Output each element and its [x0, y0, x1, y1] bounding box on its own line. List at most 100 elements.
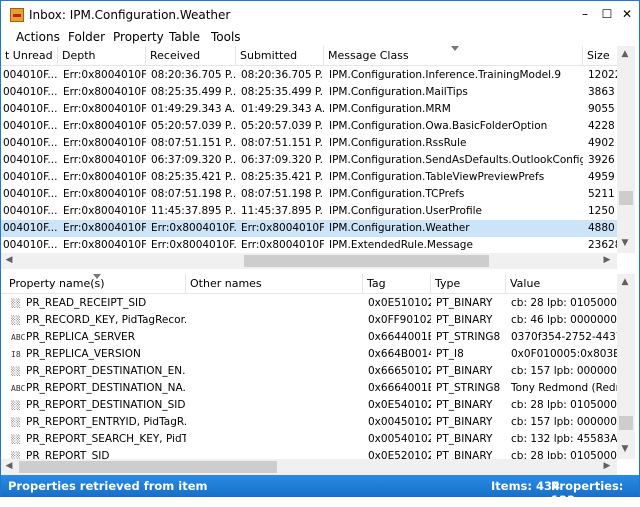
unread-cell: 004010F...	[3, 86, 58, 98]
scroll-thumb[interactable]	[19, 461, 277, 473]
col-submitted[interactable]: Submitted	[236, 46, 324, 66]
minimize-button[interactable]: –	[575, 7, 595, 23]
col-other-names[interactable]: Other names	[186, 274, 363, 294]
message-row[interactable]: 004010F... Err:0x8004010F... 08:25:35.499 …	[1, 84, 617, 101]
depth-cell: Err:0x8004010F...	[63, 239, 146, 251]
unread-cell: 004010F...	[3, 69, 58, 81]
maximize-button[interactable]: ☐	[597, 7, 617, 23]
scroll-down-icon[interactable]: ▼	[617, 444, 633, 454]
menu-table[interactable]: Table	[169, 30, 200, 44]
property-horizontal-scrollbar[interactable]: ◀ ▶	[1, 459, 617, 475]
property-row[interactable]: ABCPR_REPORT_DESTINATION_NA... 0x6664001E…	[1, 380, 617, 397]
property-name-cell: ░░ PR_REPORT_SEARCH_KEY, PidT...	[1, 431, 186, 448]
top-horizontal-scrollbar[interactable]: ◀ ▶	[1, 253, 617, 269]
unread-cell: 004010F...	[3, 154, 58, 166]
scroll-thumb[interactable]	[619, 191, 633, 205]
value-cell: cb: 157 lpb: 00000000D	[511, 365, 617, 377]
property-row[interactable]: ░░ PR_REPORT_SEARCH_KEY, PidT... 0x0054010…	[1, 431, 617, 448]
type-cell: PT_I8	[436, 348, 464, 360]
scroll-down-icon[interactable]: ▼	[617, 238, 633, 248]
menu-property[interactable]: Property	[113, 30, 164, 44]
message-row[interactable]: 004010F... Err:0x8004010F... 08:20:36.705 …	[1, 67, 617, 84]
sort-arrow-icon	[451, 46, 459, 51]
message-row[interactable]: 004010F... Err:0x8004010F... 05:20:57.039 …	[1, 118, 617, 135]
property-row[interactable]: ░░ PR_RECORD_KEY, PidTagRecor... 0x0FF9010…	[1, 312, 617, 329]
binary-icon: ░░	[11, 367, 21, 376]
property-row[interactable]: ABCPR_REPLICA_SERVER 0x6644001E PT_STRING8…	[1, 329, 617, 346]
submitted-cell: Err:0x8004010F...	[241, 239, 324, 251]
scroll-up-icon[interactable]: ▲	[617, 277, 633, 287]
property-row[interactable]: ░░ PR_REPORT_ENTRYID, PidTagR... 0x0045010…	[1, 414, 617, 431]
size-cell: 4959	[588, 171, 615, 183]
property-row[interactable]: ░░ PR_REPORT_DESTINATION_EN... 0x66650102 P…	[1, 363, 617, 380]
top-table-header: t Unread Depth Received Submitted Messag…	[1, 46, 617, 66]
sort-arrow-icon	[93, 274, 101, 279]
size-cell: 3926	[588, 154, 615, 166]
scroll-left-icon[interactable]: ◀	[1, 255, 17, 265]
depth-cell: Err:0x8004010F...	[63, 205, 146, 217]
property-row[interactable]: ░░ PR_READ_RECEIPT_SID 0x0E510102 PT_BINARY…	[1, 295, 617, 312]
value-cell: cb: 132 lpb: 45583A2F4	[511, 433, 617, 445]
message-row[interactable]: 004010F... Err:0x8004010F... 06:37:09.320 …	[1, 152, 617, 169]
size-cell: 4902	[588, 137, 615, 149]
received-cell: 08:20:36.705 P...	[151, 69, 236, 81]
tag-cell: 0x00540102	[368, 433, 431, 445]
col-depth[interactable]: Depth	[58, 46, 146, 66]
other-cell	[186, 397, 363, 414]
other-cell	[186, 346, 363, 363]
depth-cell: Err:0x8004010F...	[63, 137, 146, 149]
received-cell: 01:49:29.343 A...	[151, 103, 236, 115]
message-class-cell: IPM.Configuration.SendAsDefaults.Outlook…	[329, 154, 583, 166]
message-class-cell: IPM.Configuration.Weather	[329, 222, 470, 234]
type-cell: PT_STRING8	[436, 331, 501, 343]
depth-cell: Err:0x8004010F...	[63, 188, 146, 200]
scroll-right-icon[interactable]: ▶	[599, 461, 615, 471]
other-cell	[186, 448, 363, 459]
submitted-cell: 08:07:51.151 P...	[241, 137, 324, 149]
received-cell: 08:25:35.499 P...	[151, 86, 236, 98]
value-cell: cb: 157 lpb: 00000000D	[511, 416, 617, 428]
depth-cell: Err:0x8004010F...	[63, 86, 146, 98]
value-cell: cb: 28 lpb: 0105000000	[511, 450, 617, 459]
other-cell	[186, 295, 363, 312]
property-name: PR_RECORD_KEY, PidTagRecor...	[26, 314, 186, 326]
scroll-left-icon[interactable]: ◀	[1, 461, 17, 471]
message-row[interactable]: 004010F... Err:0x8004010F... 08:07:51.198 …	[1, 186, 617, 203]
message-row[interactable]: 004010F... Err:0x8004010F... 08:07:51.151 …	[1, 135, 617, 152]
scroll-right-icon[interactable]: ▶	[599, 255, 615, 265]
menu-folder[interactable]: Folder	[68, 30, 105, 44]
menu-actions[interactable]: Actions	[16, 30, 60, 44]
message-row[interactable]: 004010F... Err:0x8004010F... Err:0x8004010…	[1, 220, 617, 237]
top-vertical-scrollbar[interactable]: ▲ ▼	[617, 46, 635, 253]
other-cell	[186, 431, 363, 448]
tag-cell: 0x00450102	[368, 416, 431, 428]
col-unread[interactable]: t Unread	[1, 46, 58, 66]
menu-bar: Actions Folder Property Table Tools	[1, 29, 639, 47]
window-title: Inbox: IPM.Configuration.Weather	[29, 8, 231, 22]
property-row[interactable]: ░░ PR_REPORT_DESTINATION_SID 0x0E540102 PT_…	[1, 397, 617, 414]
property-vertical-scrollbar[interactable]: ▲ ▼	[617, 274, 635, 459]
scroll-thumb[interactable]	[619, 416, 633, 430]
submitted-cell: Err:0x8004010F...	[241, 222, 324, 234]
size-cell: 3863	[588, 86, 615, 98]
type-cell: PT_BINARY	[436, 297, 493, 309]
col-value[interactable]: Value	[506, 274, 617, 294]
close-button[interactable]: ✕	[617, 7, 637, 23]
string-icon: ABC	[11, 333, 26, 342]
title-bar: Inbox: IPM.Configuration.Weather – ☐ ✕	[1, 1, 639, 29]
col-type[interactable]: Type	[431, 274, 506, 294]
message-row[interactable]: 004010F... Err:0x8004010F... Err:0x8004010…	[1, 237, 617, 254]
property-name-cell: ░░ PR_REPORT_SID	[1, 448, 186, 459]
property-name-cell: ░░ PR_REPORT_DESTINATION_EN...	[1, 363, 186, 380]
scroll-up-icon[interactable]: ▲	[617, 49, 633, 59]
message-row[interactable]: 004010F... Err:0x8004010F... 01:49:29.343 …	[1, 101, 617, 118]
col-size[interactable]: Size	[583, 46, 617, 66]
col-received[interactable]: Received	[146, 46, 236, 66]
menu-tools[interactable]: Tools	[211, 30, 241, 44]
property-row[interactable]: I8 PR_REPLICA_VERSION 0x664B0014 PT_I8 0x0F0…	[1, 346, 617, 363]
property-row[interactable]: ░░ PR_REPORT_SID 0x0E520102 PT_BINARY cb: 28…	[1, 448, 617, 459]
scroll-thumb[interactable]	[244, 255, 489, 267]
message-row[interactable]: 004010F... Err:0x8004010F... 08:25:35.421 …	[1, 169, 617, 186]
message-row[interactable]: 004010F... Err:0x8004010F... 11:45:37.895 …	[1, 203, 617, 220]
col-tag[interactable]: Tag	[363, 274, 431, 294]
